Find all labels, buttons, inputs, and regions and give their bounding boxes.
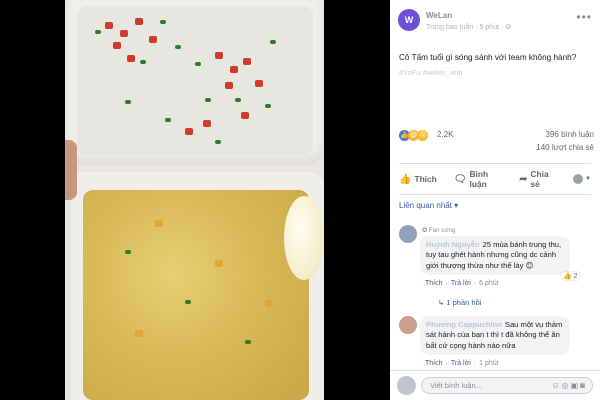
comment-reaction-count[interactable]: 👍 2	[561, 272, 580, 280]
like-button[interactable]: 👍 Thích	[399, 174, 437, 185]
sad-reaction-icon: 😢	[417, 130, 428, 141]
fan-badge-label: Fan cứng	[428, 227, 456, 234]
share-count[interactable]: 140 lượt chia sẻ	[536, 143, 594, 152]
replies-label: 1 phản hồi	[446, 298, 482, 307]
page-name[interactable]: WeLan	[426, 11, 452, 20]
fan-badge: ✪ Fan cứng	[422, 227, 456, 234]
comment-time[interactable]: 1 phút	[479, 360, 498, 367]
fried-rice	[83, 190, 309, 400]
view-replies-link[interactable]: ↳ 1 phản hồi	[438, 298, 481, 307]
comment-author[interactable]: Huỳnh Nguyễn	[426, 240, 480, 249]
share-button[interactable]: ➦ Chia sẻ	[519, 169, 556, 189]
quail-egg	[284, 196, 324, 280]
comment-placeholder: Viết bình luận...	[430, 381, 482, 390]
thumbs-up-icon: 👍	[399, 173, 412, 185]
divider	[399, 163, 591, 164]
share-icon: ➦	[519, 173, 528, 185]
comment-actions: Thích · Trả lời · 1 phút	[425, 360, 499, 367]
viewer: W WeLan Trong bao tuần · 5 phút · ⚙ ••• …	[0, 0, 600, 400]
like-label: Thích	[414, 174, 437, 184]
comment-tool-icons: ☺◎▣◙	[551, 381, 587, 390]
chevron-down-icon: ▼	[585, 176, 591, 182]
commenter-avatar[interactable]	[399, 225, 417, 243]
comment-input[interactable]: Viết bình luận... ☺◎▣◙	[421, 377, 593, 394]
viewer-avatar	[573, 174, 584, 184]
camera-icon[interactable]: ◎	[562, 381, 571, 390]
ellipsis-icon[interactable]: •••	[576, 10, 592, 24]
post-sidebar: W WeLan Trong bao tuần · 5 phút · ⚙ ••• …	[390, 0, 600, 400]
comment-label: Bình luận	[469, 169, 489, 189]
comment-sort-dropdown[interactable]: Liên quan nhất ▾	[399, 201, 458, 210]
comment-like-link[interactable]: Thích	[425, 280, 443, 287]
comment-count[interactable]: 396 bình luận	[546, 130, 595, 139]
comment-time[interactable]: 6 phút	[479, 280, 498, 287]
comment-reply-link[interactable]: Trả lời	[451, 280, 471, 287]
comment-bubble: Phương Cappuchino Sau một vụ thảm sát hàn…	[420, 316, 570, 356]
divider	[399, 194, 591, 195]
comment-like-link[interactable]: Thích	[425, 360, 443, 367]
comment-actions: Thích · Trả lời · 6 phút	[425, 280, 499, 287]
sticker-icon[interactable]: ◙	[580, 381, 587, 390]
reaction-icons: 👍😆 😢	[399, 130, 428, 141]
comment-reply-link[interactable]: Trả lời	[451, 360, 471, 367]
action-bar: 👍 Thích 🗨 Bình luận ➦ Chia sẻ ▼	[399, 169, 591, 189]
reaction-count[interactable]: 2,2K	[437, 130, 453, 139]
viewer-avatar	[397, 376, 416, 395]
post-as-selector[interactable]: ▼	[573, 174, 591, 184]
emoji-icon[interactable]: ☺	[551, 381, 561, 390]
reaction-summary[interactable]: 👍😆 😢 2,2K 396 bình luận 140 lượt chia sẻ	[399, 129, 595, 152]
post-meta: Trong bao tuần · 5 phút · ⚙	[426, 24, 512, 31]
write-comment-bar: Viết bình luận... ☺◎▣◙	[390, 370, 600, 400]
comment-reaction-number: 2	[573, 273, 578, 280]
comment-icon: 🗨	[453, 173, 467, 185]
comment-author[interactable]: Phương Cappuchino	[426, 320, 502, 329]
comment-bubble: Huỳnh Nguyễn 25 mùa bánh trung thu, tuy t…	[420, 236, 570, 276]
commenter-avatar[interactable]	[399, 316, 417, 334]
post-photo[interactable]	[65, 0, 324, 400]
hand	[65, 140, 77, 200]
share-label: Chia sẻ	[530, 169, 549, 189]
page-avatar[interactable]: W	[398, 9, 420, 31]
gif-icon[interactable]: ▣	[571, 381, 581, 390]
foam-box-lid	[65, 0, 324, 165]
post-header: W WeLan Trong bao tuần · 5 phút · ⚙ •••	[390, 0, 600, 40]
post-hashtags[interactable]: #YoFu #welas_anh	[399, 68, 463, 77]
comment-button[interactable]: 🗨 Bình luận	[454, 169, 502, 189]
post-caption: Cô Tấm tuổi gì sóng sánh với team không …	[399, 53, 577, 62]
